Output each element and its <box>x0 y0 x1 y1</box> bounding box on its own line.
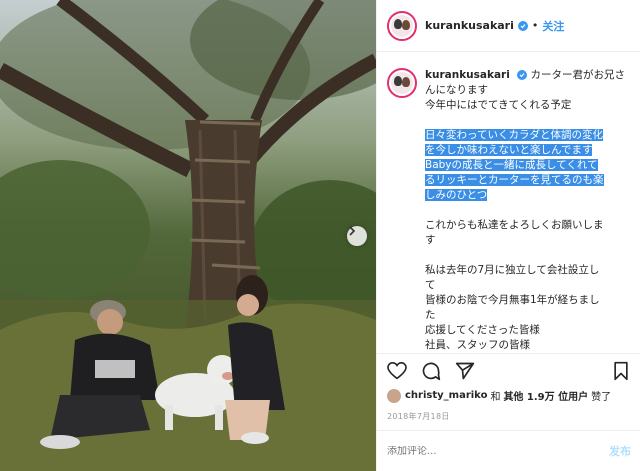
likes-summary: christy_mariko 和 其他 1.9万 位用户 赞了 <box>387 388 611 403</box>
caption-area: kurankusakari カーター君がお兄さ んになります 今年中にはでてきて… <box>377 60 640 350</box>
comment-button[interactable] <box>421 361 441 381</box>
save-button[interactable] <box>611 361 631 381</box>
next-photo-button[interactable] <box>347 226 367 246</box>
caption-line: これからも私達をよろしくお願いしま <box>425 219 604 231</box>
highlighted-line: を今しか味わえないと楽しんでます <box>425 144 593 156</box>
avatar-image <box>391 14 413 37</box>
verified-badge-icon <box>517 20 528 31</box>
verified-badge-icon <box>517 70 528 80</box>
caption-line: んになります <box>425 84 488 96</box>
caption-username[interactable]: kurankusakari <box>425 69 510 81</box>
share-button[interactable] <box>455 361 475 381</box>
caption-avatar-image <box>391 72 413 94</box>
caption-line: 皆様のお陰で今月無事1年が経ちまし <box>425 294 600 306</box>
highlighted-line: 日々変わっていくカラダと体調の変化 <box>425 129 603 141</box>
header-separator: • <box>531 19 539 32</box>
caption-line: て <box>425 279 436 291</box>
post-header: kurankusakari • 关注 <box>377 0 640 52</box>
comment-bar: 发布 <box>377 430 640 471</box>
comment-input[interactable] <box>387 445 609 457</box>
caption-text: kurankusakari カーター君がお兄さ んになります 今年中にはでてきて… <box>425 68 627 350</box>
post-comment-button[interactable]: 发布 <box>609 443 631 459</box>
comment-icon <box>422 362 441 380</box>
liker-username[interactable]: christy_mariko <box>405 390 487 401</box>
highlighted-line: るリッキーとカーターを見てるのも楽 <box>425 174 604 186</box>
post-side-panel: kurankusakari • 关注 kurankusakari カーター君がお… <box>376 0 640 471</box>
likes-and: 和 <box>490 392 501 403</box>
avatar[interactable] <box>387 10 417 41</box>
highlighted-line: しみのひとつ <box>425 189 488 201</box>
caption-line: た <box>425 309 436 321</box>
action-bar <box>377 353 640 387</box>
like-button[interactable] <box>387 361 407 381</box>
share-icon <box>455 362 475 379</box>
post-photo[interactable] <box>0 0 376 471</box>
heart-icon <box>387 361 407 379</box>
follow-button[interactable]: 关注 <box>542 18 564 34</box>
caption-line: す <box>425 234 436 246</box>
likes-suffix: 赞了 <box>591 392 612 403</box>
caption-avatar[interactable] <box>387 68 417 98</box>
chevron-right-icon <box>349 226 356 236</box>
likes-count-link[interactable]: 其他 1.9万 位用户 <box>503 388 588 403</box>
caption-line: 社員、スタッフの皆様 <box>425 339 530 350</box>
photo-scene <box>0 0 376 471</box>
bookmark-icon <box>614 361 628 380</box>
caption-line: 今年中にはでてきてくれる予定 <box>425 99 572 111</box>
caption-line: 応援してくださった皆様 <box>425 324 540 336</box>
highlighted-line: Babyの成長と一緒に成長してくれて <box>425 159 598 171</box>
username-link[interactable]: kurankusakari <box>425 19 514 32</box>
caption-line: カーター君がお兄さ <box>530 69 626 81</box>
caption-line: 私は去年の7月に独立して会社設立し <box>425 264 600 276</box>
liker-avatar[interactable] <box>387 388 401 403</box>
post-date[interactable]: 2018年7月18日 <box>387 411 450 422</box>
